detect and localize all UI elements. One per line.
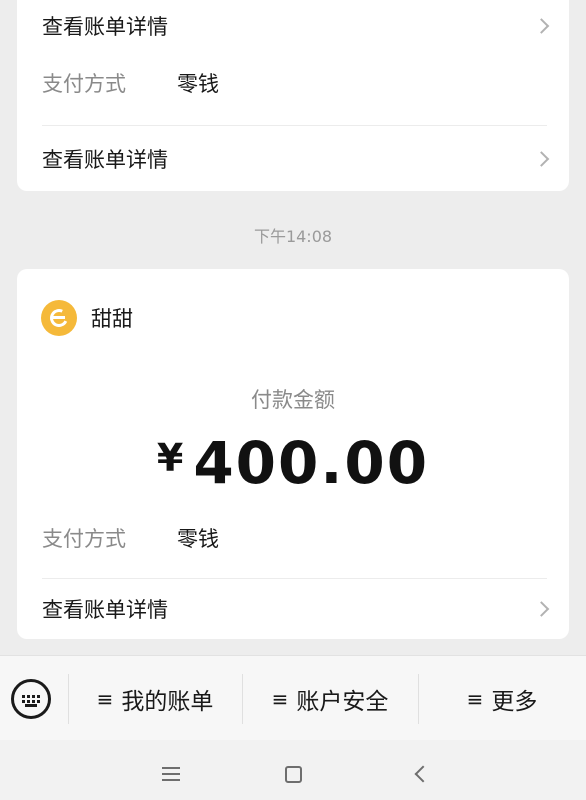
service-menu-bar: ≡ 我的账单 ≡ 账户安全 ≡ 更多 [0, 655, 586, 740]
payment-method-value: 零钱 [177, 72, 219, 96]
view-bill-details-link[interactable]: 查看账单详情 [17, 581, 569, 637]
chevron-right-icon [533, 151, 550, 167]
menu-item-account-security[interactable]: ≡ 账户安全 [242, 656, 418, 741]
amount-value: 400.00 [193, 429, 430, 497]
system-navigation-bar [0, 740, 586, 800]
message-timestamp: 下午14:08 [253, 227, 333, 246]
currency-symbol: ¥ [156, 436, 184, 480]
view-bill-details-label: 查看账单详情 [42, 598, 168, 622]
back-icon[interactable] [414, 765, 432, 783]
home-icon[interactable] [285, 766, 302, 783]
payment-method-value: 零钱 [177, 527, 219, 551]
menu-list-icon: ≡ [271, 686, 289, 711]
menu-item-more[interactable]: ≡ 更多 [418, 656, 586, 741]
view-bill-details-link[interactable]: 查看账单详情 [17, 0, 569, 54]
merchant-name: 甜甜 [91, 307, 133, 331]
menu-list-icon: ≡ [466, 686, 484, 711]
chevron-right-icon [533, 18, 550, 34]
keyboard-icon[interactable] [11, 679, 51, 719]
recent-apps-icon[interactable] [162, 767, 180, 785]
merchant-logo-icon [41, 300, 77, 336]
merchant-header: 甜甜 [41, 300, 133, 336]
divider [42, 578, 547, 579]
payment-card[interactable]: 甜甜 付款金额 ¥400.00 支付方式 零钱 查看账单详情 [17, 269, 569, 639]
view-bill-details-link[interactable]: 查看账单详情 [17, 131, 569, 187]
payment-amount: ¥400.00 [17, 429, 569, 497]
chevron-right-icon [533, 601, 550, 617]
divider [42, 125, 547, 126]
payment-method-label: 支付方式 [42, 72, 126, 96]
menu-item-my-bills[interactable]: ≡ 我的账单 [68, 656, 242, 741]
payment-method-row: 支付方式 零钱 [42, 68, 219, 98]
menu-item-label: 我的账单 [121, 688, 214, 715]
previous-payment-card: 查看账单详情 支付方式 零钱 查看账单详情 [17, 0, 569, 191]
view-bill-details-label: 查看账单详情 [42, 148, 168, 172]
amount-label: 付款金额 [251, 388, 335, 412]
payment-method-label: 支付方式 [42, 527, 126, 551]
menu-item-label: 账户安全 [296, 688, 389, 715]
menu-list-icon: ≡ [96, 686, 114, 711]
menu-item-label: 更多 [491, 688, 538, 715]
payment-method-row: 支付方式 零钱 [42, 523, 219, 553]
view-bill-details-label: 查看账单详情 [42, 15, 168, 39]
